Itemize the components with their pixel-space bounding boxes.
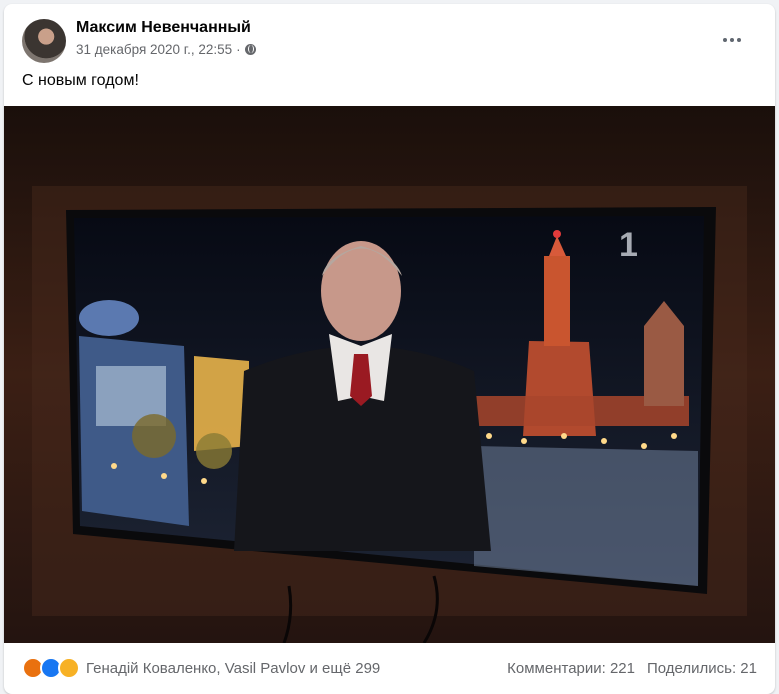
svg-text:1: 1 [619,226,638,264]
post-meta: 31 декабря 2020 г., 22:55 · [76,42,256,57]
comments-count[interactable]: Комментарии: 221 [507,660,635,677]
more-options-button[interactable] [712,24,752,56]
post-date[interactable]: 31 декабря 2020 г., 22:55 [76,42,232,57]
more-horiz-icon [723,38,727,42]
shares-count[interactable]: Поделились: 21 [647,660,757,677]
post-card: Максим Невенчанный 31 декабря 2020 г., 2… [4,4,775,694]
reactions-summary[interactable]: Генадій Коваленко, Vasil Pavlov и ещё 29… [22,657,380,679]
author-avatar[interactable] [22,19,66,63]
post-stats: Комментарии: 221 Поделились: 21 [507,660,757,677]
post-text: С новым годом! [22,72,139,89]
post-footer: Генадій Коваленко, Vasil Pavlov и ещё 29… [22,654,757,682]
haha-reaction-icon [58,657,80,679]
globe-icon [244,44,256,55]
reaction-names: Генадій Коваленко, Vasil Pavlov и ещё 29… [86,659,381,677]
author-name[interactable]: Максим Невенчанный [76,19,251,37]
post-photo[interactable]: 1 [4,106,775,644]
meta-separator: · [236,42,241,57]
tv-photo: 1 [4,106,775,644]
